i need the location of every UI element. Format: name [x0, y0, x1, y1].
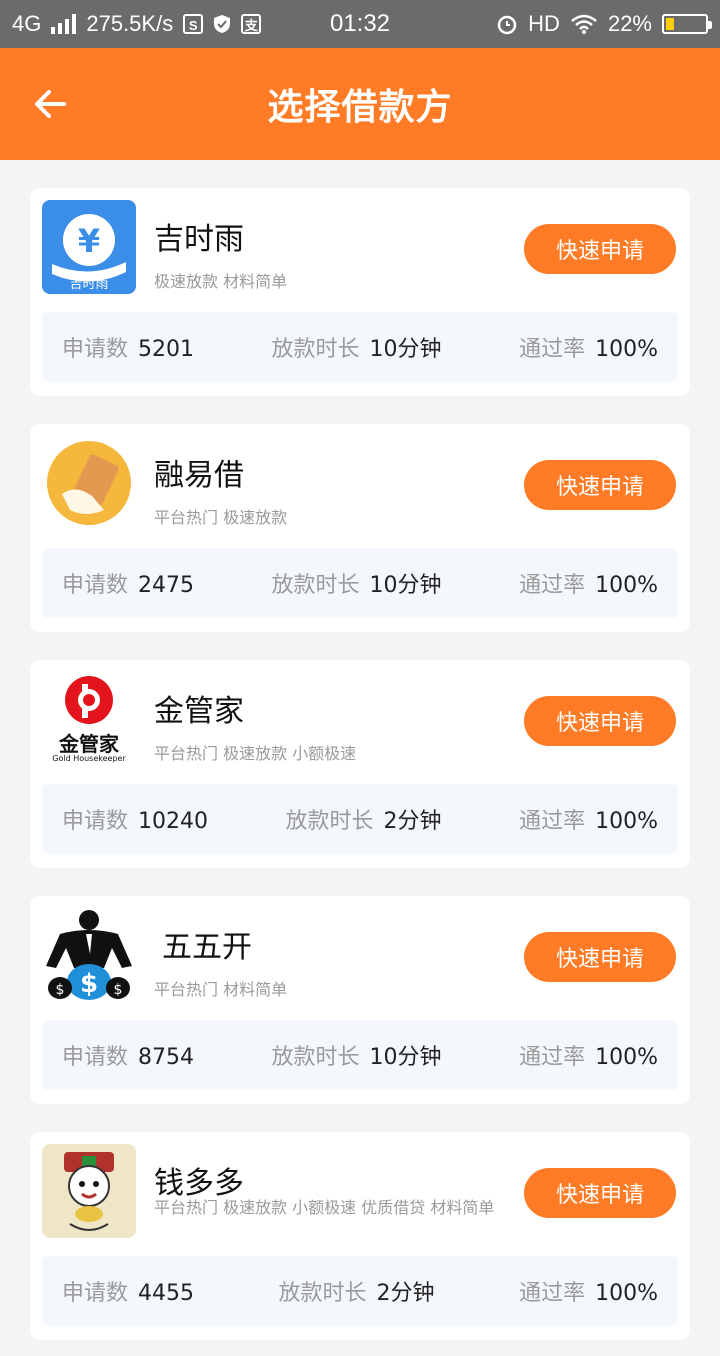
pass-rate-label: 通过率	[519, 809, 586, 834]
applications-value: 10240	[138, 809, 209, 834]
applications-value: 8754	[138, 1045, 195, 1070]
duration-value: 10分钟	[369, 1045, 442, 1070]
lender-tags: 平台热门 材料简单	[154, 980, 288, 999]
money-man-icon: $ $ $	[46, 910, 132, 1000]
lender-logo	[42, 436, 136, 530]
lender-name: 钱多多	[154, 1166, 244, 1201]
logo-text: 金管家	[59, 732, 119, 756]
app-header: 选择借款方	[0, 48, 720, 160]
hd-indicator: HD	[528, 11, 560, 36]
lender-card[interactable]: $ $ $ 五五开 平台热门 材料简单 快速申请 申请数 8754 放款时长 10分…	[30, 896, 690, 1104]
lender-stats: 申请数 4455 放款时长 2分钟 通过率 100%	[42, 1256, 678, 1326]
lender-stats: 申请数 5201 放款时长 10分钟 通过率 100%	[42, 312, 678, 382]
lender-logo	[42, 1144, 136, 1238]
lender-tags: 平台热门 极速放款	[154, 508, 288, 527]
applications-label: 申请数	[62, 337, 129, 362]
lender-name: 吉时雨	[154, 222, 244, 257]
lender-stats: 申请数 8754 放款时长 10分钟 通过率 100%	[42, 1020, 678, 1090]
apply-button[interactable]: 快速申请	[524, 696, 676, 746]
duration-label: 放款时长	[278, 1281, 367, 1306]
applications-value: 5201	[138, 337, 195, 362]
lender-stats: 申请数 10240 放款时长 2分钟 通过率 100%	[42, 784, 678, 854]
card-hand-icon	[47, 441, 131, 525]
duration-value: 2分钟	[383, 809, 442, 834]
svg-text:$: $	[56, 982, 65, 998]
pass-rate-value: 100%	[595, 809, 658, 834]
pass-rate-label: 通过率	[519, 573, 586, 598]
duration-label: 放款时长	[271, 1045, 360, 1070]
alarm-icon	[497, 15, 517, 35]
duration-label: 放款时长	[271, 573, 360, 598]
apply-button[interactable]: 快速申请	[524, 1168, 676, 1218]
lender-logo: 金管家 Gold Housekeeper	[42, 672, 136, 766]
duration-value: 10分钟	[369, 337, 442, 362]
mascot-icon	[64, 1152, 114, 1231]
svg-text:$: $	[80, 969, 98, 999]
battery-percent: 22%	[607, 11, 652, 36]
back-arrow-icon[interactable]	[30, 84, 70, 124]
lender-card[interactable]: 融易借 平台热门 极速放款 快速申请 申请数 2475 放款时长 10分钟 通过率 1…	[30, 424, 690, 632]
alipay-icon: 支	[241, 14, 262, 34]
lender-logo: ¥ 吉时雨	[42, 200, 136, 294]
s-app-icon: S	[183, 14, 204, 34]
duration-label: 放款时长	[271, 337, 360, 362]
pass-rate-value: 100%	[595, 1281, 658, 1306]
network-type: 4G	[12, 11, 42, 36]
logo-text: 吉时雨	[69, 277, 109, 292]
duration-value: 2分钟	[376, 1281, 435, 1306]
lender-name: 融易借	[154, 458, 244, 493]
applications-label: 申请数	[62, 809, 129, 834]
lender-stats: 申请数 2475 放款时长 10分钟 通过率 100%	[42, 548, 678, 618]
lender-card[interactable]: ¥ 吉时雨 吉时雨 极速放款 材料简单 快速申请 申请数 5201 放款时长 10分…	[30, 188, 690, 396]
lender-tags: 平台热门 极速放款 小额极速 优质借贷 材料简单	[154, 1198, 495, 1217]
svg-text:¥: ¥	[78, 222, 100, 260]
svg-text:$: $	[114, 982, 123, 998]
applications-label: 申请数	[62, 1045, 129, 1070]
duration-value: 10分钟	[369, 573, 442, 598]
lender-name: 金管家	[154, 694, 244, 729]
pass-rate-label: 通过率	[519, 1045, 586, 1070]
applications-label: 申请数	[62, 573, 129, 598]
apply-button[interactable]: 快速申请	[524, 460, 676, 510]
network-speed: 275.5K/s	[86, 11, 174, 36]
duration-label: 放款时长	[285, 809, 374, 834]
wifi-icon	[571, 14, 597, 34]
lender-name: 五五开	[162, 930, 252, 965]
pass-rate-value: 100%	[595, 573, 658, 598]
logo-subtext: Gold Housekeeper	[52, 754, 126, 763]
applications-label: 申请数	[62, 1281, 129, 1306]
lender-tags: 极速放款 材料简单	[154, 272, 288, 291]
lender-list: ¥ 吉时雨 吉时雨 极速放款 材料简单 快速申请 申请数 5201 放款时长 10分…	[0, 160, 720, 1340]
pass-rate-value: 100%	[595, 1045, 658, 1070]
applications-value: 2475	[138, 573, 195, 598]
apply-button[interactable]: 快速申请	[524, 932, 676, 982]
lender-card[interactable]: 钱多多 平台热门 极速放款 小额极速 优质借贷 材料简单 快速申请 申请数 445…	[30, 1132, 690, 1340]
applications-value: 4455	[138, 1281, 195, 1306]
lender-logo: $ $ $	[42, 908, 136, 1002]
apply-button[interactable]: 快速申请	[524, 224, 676, 274]
pass-rate-value: 100%	[595, 337, 658, 362]
page-title: 选择借款方	[267, 87, 453, 128]
signal-icon	[51, 14, 77, 34]
shield-icon	[214, 15, 231, 33]
status-bar: 4G 275.5K/s S 支 01:32 HD 22%	[0, 0, 720, 48]
lender-card[interactable]: 金管家 Gold Housekeeper 金管家 平台热门 极速放款 小额极速 …	[30, 660, 690, 868]
pass-rate-label: 通过率	[519, 1281, 586, 1306]
lender-tags: 平台热门 极速放款 小额极速	[154, 744, 357, 763]
pass-rate-label: 通过率	[519, 337, 586, 362]
battery-icon	[662, 14, 712, 34]
